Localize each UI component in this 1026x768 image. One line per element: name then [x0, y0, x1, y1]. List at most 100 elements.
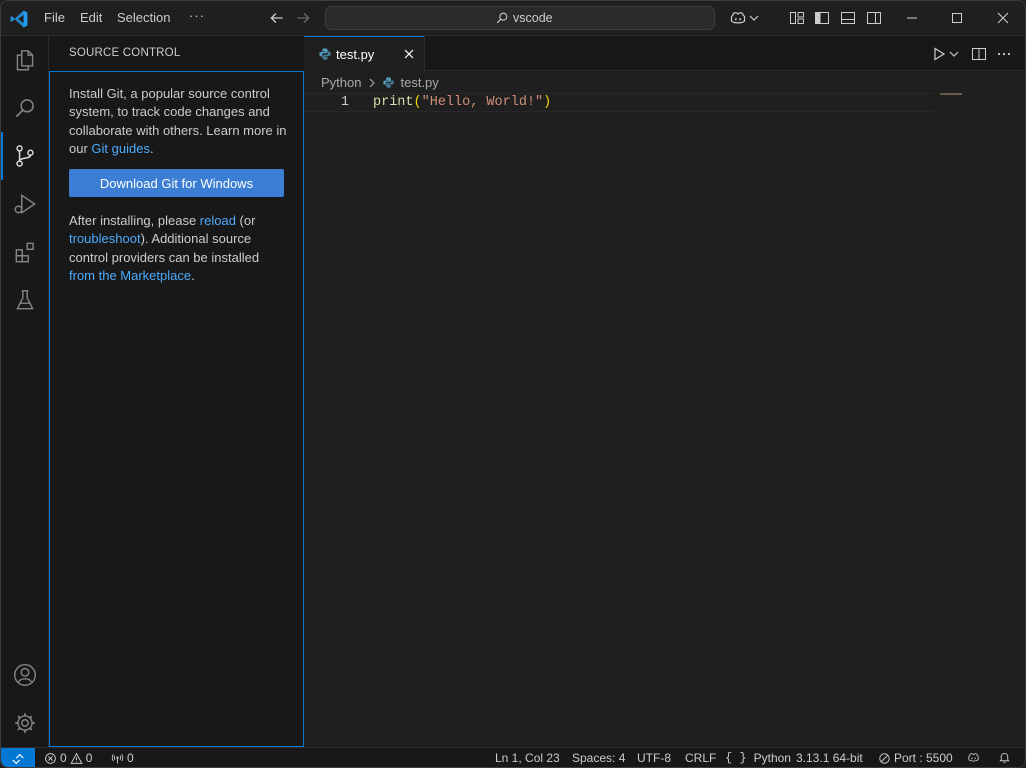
code-line-1[interactable]: print("Hello, World!") [373, 95, 551, 110]
editor-tabs: test.py [304, 36, 1025, 71]
copilot-status[interactable] [967, 751, 980, 764]
remote-indicator[interactable] [1, 748, 35, 767]
after-install-text: After installing, please [69, 213, 200, 228]
code-token-function: print [373, 95, 414, 110]
port-label: Port : 5500 [894, 751, 953, 765]
search-icon [496, 12, 508, 24]
python-file-icon [383, 77, 395, 88]
troubleshoot-link[interactable]: troubleshoot [69, 231, 141, 246]
toggle-panel-icon[interactable] [840, 10, 856, 26]
toggle-primary-sidebar-icon[interactable] [814, 10, 830, 26]
chevron-right-icon [370, 78, 376, 87]
encoding[interactable]: UTF-8 [637, 751, 671, 765]
back-arrow-icon[interactable] [268, 9, 286, 27]
marketplace-link[interactable]: from the Marketplace [69, 268, 191, 283]
activity-extensions[interactable] [1, 228, 48, 276]
language-mode[interactable]: { } Python [725, 751, 791, 765]
broadcast-icon [111, 753, 124, 763]
activity-bar [1, 36, 49, 747]
menu-file[interactable]: File [44, 10, 65, 25]
tab-label: test.py [336, 47, 375, 62]
menu-selection[interactable]: Selection [117, 10, 170, 25]
python-file-icon [319, 48, 331, 60]
menu-edit[interactable]: Edit [80, 10, 102, 25]
ports-count: 0 [127, 751, 134, 765]
copilot-icon [968, 753, 979, 762]
remote-icon [12, 753, 24, 764]
vscode-logo-icon [10, 10, 28, 28]
run-options-chevron-icon[interactable] [949, 46, 959, 62]
chevron-down-icon[interactable] [749, 10, 759, 26]
ports-indicator[interactable]: 0 [111, 751, 134, 765]
reload-link[interactable]: reload [200, 213, 236, 228]
after-install-text-4: . [191, 267, 195, 283]
run-python-file-icon[interactable] [931, 46, 947, 62]
indentation[interactable]: Spaces: 4 [572, 751, 625, 765]
extensions-icon [15, 242, 34, 263]
sidebar-source-control: SOURCE CONTROL Install Git, a popular so… [49, 36, 304, 747]
git-guides-link[interactable]: Git guides [91, 141, 150, 156]
command-center-label: vscode [513, 11, 553, 25]
toggle-secondary-sidebar-icon[interactable] [866, 10, 882, 26]
activity-source-control[interactable] [1, 132, 48, 180]
command-center-search[interactable]: vscode [325, 6, 715, 30]
split-editor-icon[interactable] [971, 46, 987, 62]
activity-accounts[interactable] [1, 651, 48, 699]
warning-count: 0 [85, 751, 93, 765]
activity-explorer[interactable] [1, 36, 48, 84]
status-bar: 0 0 0 Ln 1, Col 23 Spaces: 4 UTF-8 CRLF … [1, 747, 1025, 767]
explorer-icon [16, 50, 33, 71]
live-server-port[interactable]: Port : 5500 [878, 751, 953, 765]
code-token-string: "Hello, World!" [421, 95, 544, 110]
vscode-window: File Edit Selection ··· vscode SOURCE CO… [0, 0, 1026, 768]
language-label: Python [753, 751, 791, 765]
bell-icon [999, 752, 1010, 763]
tab-test-py[interactable]: test.py [304, 36, 425, 71]
testing-icon [15, 290, 34, 310]
code-token-close-paren: ) [543, 95, 552, 110]
notifications[interactable] [998, 751, 1011, 764]
editor-area: test.py Python test.py 1 print("Hello, W… [304, 36, 1025, 747]
search-icon [15, 99, 34, 118]
run-debug-icon [14, 194, 36, 214]
breadcrumb-folder[interactable]: Python [321, 75, 361, 90]
close-tab-icon[interactable] [402, 47, 416, 61]
activity-manage[interactable] [1, 699, 48, 747]
close-window-icon[interactable] [995, 10, 1011, 26]
braces-icon: { } [725, 751, 747, 765]
activity-testing[interactable] [1, 276, 48, 324]
source-control-icon [15, 145, 34, 167]
error-count: 0 [60, 751, 67, 765]
more-actions-icon[interactable] [996, 46, 1012, 62]
minimap[interactable] [940, 93, 962, 95]
python-interpreter[interactable]: 3.13.1 64-bit [796, 751, 863, 765]
install-git-text-end: . [149, 140, 154, 156]
circle-slash-icon [879, 752, 890, 764]
sidebar-title: SOURCE CONTROL [69, 47, 181, 59]
activity-run-debug[interactable] [1, 180, 48, 228]
after-install-text-2: (or [235, 213, 256, 228]
menu-more[interactable]: ··· [189, 8, 205, 23]
download-git-button[interactable]: Download Git for Windows [69, 169, 284, 197]
manage-gear-icon [14, 713, 35, 733]
copilot-icon[interactable] [729, 10, 747, 26]
cursor-position[interactable]: Ln 1, Col 23 [495, 751, 560, 765]
minimize-icon[interactable] [904, 10, 920, 26]
breadcrumb-file[interactable]: test.py [400, 75, 438, 90]
activity-search[interactable] [1, 84, 48, 132]
customize-layout-icon[interactable] [789, 10, 805, 26]
breadcrumb: Python test.py [321, 75, 439, 90]
forward-arrow-icon[interactable] [294, 9, 312, 27]
warning-icon [70, 752, 83, 764]
maximize-icon[interactable] [949, 10, 965, 26]
after-install-message: After installing, please reload (or trou… [69, 212, 287, 285]
code-token-open-paren: ( [413, 95, 422, 110]
error-icon [45, 752, 56, 764]
install-git-message: Install Git, a popular source control sy… [69, 85, 287, 158]
end-of-line[interactable]: CRLF [685, 751, 716, 765]
accounts-icon [13, 664, 36, 686]
line-number: 1 [340, 95, 349, 110]
title-bar: File Edit Selection ··· vscode [1, 1, 1025, 36]
problems-indicator[interactable]: 0 0 [44, 751, 92, 765]
source-control-panel: Install Git, a popular source control sy… [49, 71, 304, 747]
